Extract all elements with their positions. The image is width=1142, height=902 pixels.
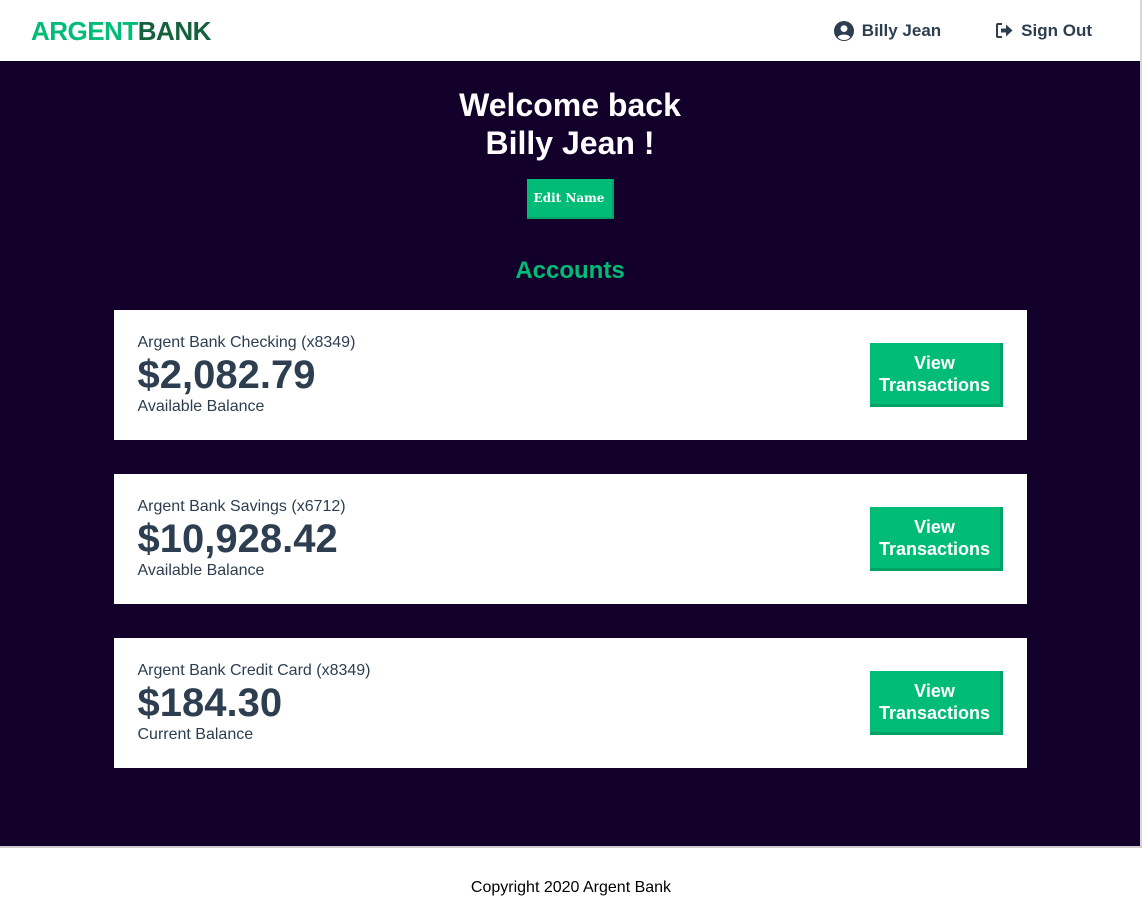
view-transactions-label-line1: View bbox=[914, 680, 955, 701]
sign-out-label: Sign Out bbox=[1021, 20, 1092, 40]
account-amount: $2,082.79 bbox=[137, 353, 316, 397]
user-name-label: Billy Jean bbox=[861, 20, 942, 40]
main-content: Welcome back Billy Jean ! Edit Name Acco… bbox=[0, 61, 1142, 846]
account-description: Available Balance bbox=[137, 398, 265, 415]
account-name: Argent Bank Checking (x8349) bbox=[137, 334, 356, 351]
sign-out-icon bbox=[996, 23, 1013, 38]
welcome-heading: Welcome back Billy Jean ! bbox=[459, 86, 681, 162]
logo-text-argent: ARGENT bbox=[31, 15, 138, 46]
edit-name-button[interactable]: Edit Name bbox=[526, 179, 614, 219]
footer: Copyright 2020 Argent Bank bbox=[0, 846, 1142, 902]
view-transactions-label-line1: View bbox=[914, 352, 955, 373]
account-info: Argent Bank Credit Card (x8349) $184.30 … bbox=[138, 661, 371, 745]
view-transactions-label-line2: Transactions bbox=[878, 374, 991, 395]
welcome-line-2: Billy Jean ! bbox=[485, 125, 655, 161]
view-transactions-button[interactable]: View Transactions bbox=[869, 343, 1003, 407]
account-amount: $184.30 bbox=[137, 681, 283, 725]
main-nav: ARGENT BANK Billy Jean Sign Out bbox=[0, 0, 1142, 61]
account-description: Available Balance bbox=[137, 562, 265, 579]
logo-text-bank: BANK bbox=[137, 15, 212, 46]
account-name: Argent Bank Savings (x6712) bbox=[137, 498, 346, 515]
view-transactions-label-line1: View bbox=[914, 516, 955, 537]
user-profile-link[interactable]: Billy Jean bbox=[833, 20, 942, 41]
user-circle-icon bbox=[833, 20, 854, 41]
view-transactions-label-line2: Transactions bbox=[878, 702, 991, 723]
footer-copyright: Copyright 2020 Argent Bank bbox=[470, 879, 672, 896]
sign-out-link[interactable]: Sign Out bbox=[996, 21, 1092, 41]
account-info: Argent Bank Checking (x8349) $2,082.79 A… bbox=[138, 333, 356, 417]
welcome-line-1: Welcome back bbox=[459, 87, 681, 123]
account-name: Argent Bank Credit Card (x8349) bbox=[137, 662, 371, 679]
account-description: Current Balance bbox=[137, 726, 254, 743]
nav-right: Billy Jean Sign Out bbox=[833, 20, 1092, 41]
view-transactions-button[interactable]: View Transactions bbox=[869, 507, 1003, 571]
account-card: Argent Bank Checking (x8349) $2,082.79 A… bbox=[113, 310, 1027, 440]
view-transactions-label-line2: Transactions bbox=[878, 538, 991, 559]
account-card: Argent Bank Credit Card (x8349) $184.30 … bbox=[113, 638, 1027, 768]
logo[interactable]: ARGENT BANK bbox=[31, 18, 211, 44]
accounts-title: Accounts bbox=[515, 257, 625, 284]
account-amount: $10,928.42 bbox=[137, 517, 338, 561]
view-transactions-button[interactable]: View Transactions bbox=[869, 671, 1003, 735]
account-info: Argent Bank Savings (x6712) $10,928.42 A… bbox=[138, 497, 346, 581]
page: ARGENT BANK Billy Jean Sign Out Welcome … bbox=[0, 0, 1142, 902]
accounts-list: Argent Bank Checking (x8349) $2,082.79 A… bbox=[113, 310, 1027, 768]
account-card: Argent Bank Savings (x6712) $10,928.42 A… bbox=[113, 474, 1027, 604]
